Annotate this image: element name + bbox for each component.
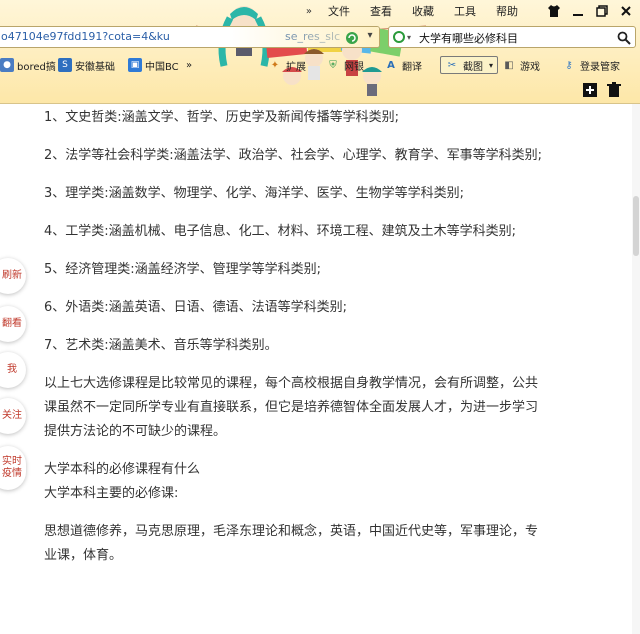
paragraph: 7、艺术类:涵盖美术、音乐等学科类别。 bbox=[44, 338, 278, 353]
scrollbar-track[interactable] bbox=[632, 104, 640, 634]
paragraph: 大学本科的必修课程有什么 bbox=[44, 462, 201, 477]
chevron-down-icon[interactable]: ▾ bbox=[363, 30, 377, 44]
paragraph: 思想道德修养，马克思原理，毛泽东理论和概念，英语，中国近代史等，军事理论，专业课… bbox=[44, 524, 539, 563]
games-button[interactable]: ◧ 游戏 bbox=[502, 54, 540, 76]
browser-chrome: » 文件 查看 收藏 工具 帮助 o47104e97fdd191?cota=4&… bbox=[0, 0, 640, 104]
paragraph: 6、外语类:涵盖英语、日语、德语、法语等学科类别; bbox=[44, 300, 348, 315]
close-icon[interactable] bbox=[618, 3, 634, 19]
login-manager-button[interactable]: ⚷ 登录管家 bbox=[562, 54, 620, 76]
address-url: o47104e97fdd191?cota=4&ku bbox=[1, 30, 170, 43]
engine-dropdown-icon[interactable]: ▾ bbox=[407, 33, 411, 42]
shirt-icon[interactable] bbox=[546, 3, 562, 19]
shield-icon: ⛨ bbox=[329, 59, 337, 71]
puzzle-icon: ✦ bbox=[270, 59, 280, 71]
paragraph: 1、文史哲类:涵盖文学、哲学、历史学及新闻传播等学科类别; bbox=[44, 110, 400, 125]
key-icon: ⚷ bbox=[565, 59, 573, 71]
follow-side-button[interactable]: 关注 bbox=[0, 398, 26, 434]
paragraph: 以上七大选修课程是比较常见的课程，每个高校根据自身教学情况，会有所调整，公共课虽… bbox=[44, 376, 539, 439]
paragraph: 大学本科主要的必修课: bbox=[44, 486, 179, 501]
gamepad-icon: ◧ bbox=[504, 59, 514, 71]
globe-icon: ● bbox=[0, 58, 14, 72]
fav-label: 安徽基础 bbox=[75, 61, 115, 73]
scrollbar-thumb[interactable] bbox=[633, 196, 639, 256]
tv-icon: ▣ bbox=[128, 58, 142, 72]
translate-button[interactable]: A 翻译 bbox=[384, 54, 422, 76]
menu-view[interactable]: 查看 bbox=[370, 3, 392, 19]
new-tab-icon[interactable] bbox=[582, 82, 598, 98]
site-icon: S bbox=[58, 58, 72, 72]
tab-tools bbox=[574, 82, 622, 98]
fav-item-anhui[interactable]: S 安徽基础 bbox=[58, 54, 115, 76]
fav-label: bored搞 bbox=[17, 61, 56, 73]
paragraph: 4、工学类:涵盖机械、电子信息、化工、材料、环境工程、建筑及土木等学科类别; bbox=[44, 224, 517, 239]
paragraph: 3、理学类:涵盖数学、物理学、化学、海洋学、医学、生物学等学科类别; bbox=[44, 186, 465, 201]
me-side-button[interactable]: 我 bbox=[0, 352, 26, 388]
fav-label: 中国BC bbox=[145, 61, 179, 73]
fav-item-bc[interactable]: ▣ 中国BC bbox=[128, 54, 179, 76]
restore-icon[interactable] bbox=[594, 3, 610, 19]
search-input[interactable]: 大学有哪些必修科目 bbox=[419, 30, 518, 46]
menu-overflow-button[interactable]: » bbox=[306, 6, 312, 17]
netbank-button[interactable]: ⛨ 网银 bbox=[326, 54, 364, 76]
refresh-side-button[interactable]: 刷新 bbox=[0, 258, 26, 294]
search-engine-icon[interactable] bbox=[393, 31, 405, 43]
menu-file[interactable]: 文件 bbox=[328, 3, 350, 19]
chevron-down-icon[interactable]: ▾ bbox=[489, 61, 493, 70]
epidemic-side-button[interactable]: 实时疫情 bbox=[0, 446, 26, 490]
paragraph: 2、法学等社会科学类:涵盖法学、政治学、社会学、心理学、教育学、军事等学科类别; bbox=[44, 148, 543, 163]
fav-item-bored[interactable]: ● bored搞 bbox=[0, 54, 56, 76]
fav-overflow-button[interactable]: » bbox=[186, 54, 192, 76]
search-icon[interactable] bbox=[617, 30, 631, 45]
address-bar[interactable]: o47104e97fdd191?cota=4&ku se_res_slc ▾ bbox=[0, 26, 380, 48]
minimize-icon[interactable] bbox=[570, 3, 586, 19]
browse-side-button[interactable]: 翻看 bbox=[0, 306, 26, 342]
screenshot-button[interactable]: ✂ 截图 ▾ bbox=[440, 54, 499, 76]
scissors-icon: ✂ bbox=[447, 59, 457, 71]
menu-bar: » 文件 查看 收藏 工具 帮助 bbox=[306, 0, 640, 22]
translate-icon: A bbox=[387, 59, 395, 71]
search-box[interactable]: ▾ 大学有哪些必修科目 bbox=[388, 26, 636, 48]
paragraph: 5、经济管理类:涵盖经济学、管理学等学科类别; bbox=[44, 262, 322, 277]
menu-tools[interactable]: 工具 bbox=[454, 3, 476, 19]
refresh-icon[interactable] bbox=[345, 30, 359, 44]
menu-favorites[interactable]: 收藏 bbox=[412, 3, 434, 19]
trash-icon[interactable] bbox=[606, 82, 622, 98]
article-body: 1、文史哲类:涵盖文学、哲学、历史学及新闻传播等学科类别; 2、法学等社会科学类… bbox=[44, 104, 544, 568]
menu-help[interactable]: 帮助 bbox=[496, 3, 518, 19]
extension-button[interactable]: ✦ 扩展 bbox=[268, 54, 306, 76]
